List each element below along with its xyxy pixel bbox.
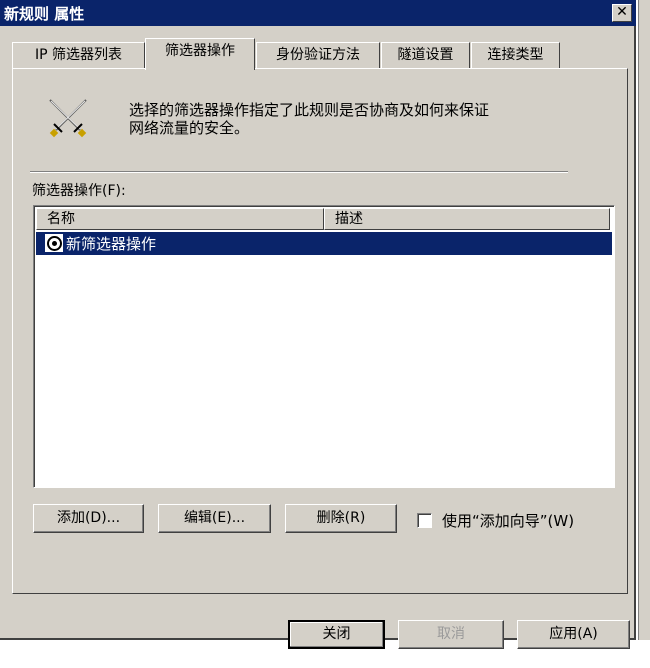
separator: [30, 171, 568, 173]
list-item-name: 新筛选器操作: [66, 235, 157, 253]
use-add-wizard-label[interactable]: 使用“添加向导”(W): [442, 510, 574, 531]
properties-dialog: 新规则 属性 ✕ IP 筛选器列表 筛选器操作 身份验证方法 隧道设置 连接类型…: [0, 0, 636, 649]
title-bar[interactable]: 新规则 属性 ✕: [0, 0, 636, 26]
filter-action-description: 选择的筛选器操作指定了此规则是否协商及如何来保证 网络流量的安全。: [129, 101, 589, 137]
radio-selected-icon: [45, 234, 63, 252]
list-item[interactable]: 新筛选器操作: [36, 232, 612, 255]
tab-ip-filter-list[interactable]: IP 筛选器列表: [12, 42, 145, 68]
column-header-name[interactable]: 名称: [36, 208, 324, 230]
tab-filter-action[interactable]: 筛选器操作: [145, 38, 255, 70]
tab-connection-type[interactable]: 连接类型: [471, 42, 560, 68]
description-line-2: 网络流量的安全。: [129, 119, 250, 137]
filter-actions-list[interactable]: 名称 描述 新筛选器操作: [33, 205, 615, 488]
close-button[interactable]: 关闭: [288, 620, 385, 649]
filter-actions-label: 筛选器操作(F):: [32, 183, 126, 199]
background-window-edge: [638, 0, 650, 668]
tab-authentication-methods[interactable]: 身份验证方法: [256, 42, 380, 68]
apply-button[interactable]: 应用(A): [517, 620, 630, 649]
cancel-button[interactable]: 取消: [398, 620, 504, 649]
column-header-description[interactable]: 描述: [324, 208, 610, 230]
active-tab-joint: [146, 68, 254, 70]
remove-button[interactable]: 删除(R): [285, 504, 397, 533]
description-line-1: 选择的筛选器操作指定了此规则是否协商及如何来保证: [129, 101, 490, 119]
tab-tunnel-settings[interactable]: 隧道设置: [381, 42, 470, 68]
edit-button[interactable]: 编辑(E)...: [158, 504, 271, 533]
crossed-swords-icon: [49, 99, 87, 138]
window-title: 新规则 属性: [4, 5, 85, 23]
add-button[interactable]: 添加(D)...: [33, 504, 144, 533]
use-add-wizard-checkbox[interactable]: [417, 513, 432, 528]
close-window-button[interactable]: ✕: [612, 4, 632, 22]
